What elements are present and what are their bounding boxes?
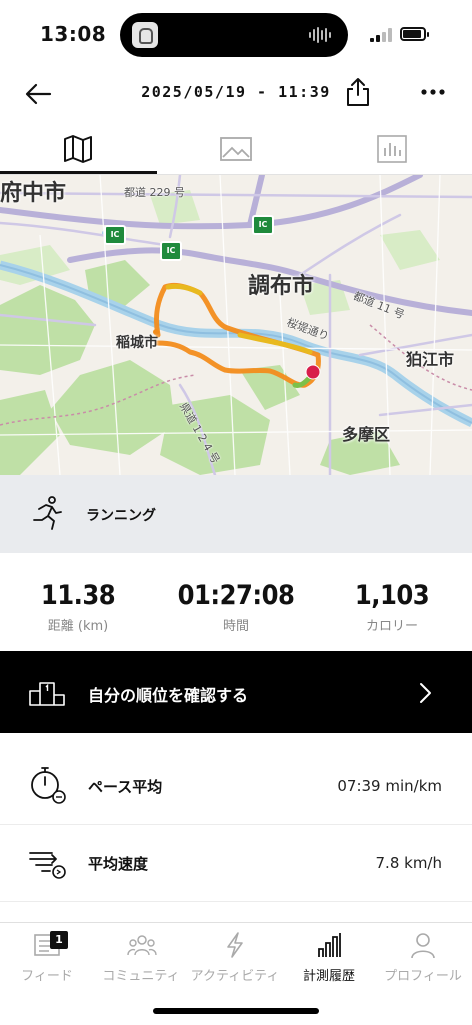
summary-stats: 11.38 距離 (km) 01:27:08 時間 1,103 カロリー	[0, 580, 472, 640]
status-time: 13:08	[40, 22, 107, 46]
check-ranking-button[interactable]: 自分の順位を確認する	[0, 651, 472, 733]
pace-stopwatch-icon	[31, 767, 66, 804]
ic-badge: IC	[104, 225, 126, 245]
home-indicator	[153, 1008, 319, 1014]
tab-stats[interactable]	[314, 124, 471, 174]
nav-history[interactable]: 計測履歴	[282, 923, 376, 993]
metric-value: 7.8 km/h	[375, 854, 442, 872]
ic-badge: IC	[252, 215, 274, 235]
stat-distance: 11.38 距離 (km)	[8, 580, 148, 634]
metric-label: 平均速度	[88, 855, 149, 873]
ic-badge: IC	[160, 241, 182, 261]
calories-label: カロリー	[365, 619, 418, 634]
metric-value: 07:39 min/km	[337, 777, 442, 795]
nav-activity[interactable]: アクティビティ	[188, 923, 282, 993]
more-options-icon[interactable]	[418, 82, 448, 102]
distance-label: 距離 (km)	[47, 619, 109, 634]
map-icon	[64, 135, 92, 163]
dynamic-island	[120, 13, 348, 57]
now-playing-app-icon	[132, 22, 158, 48]
share-icon[interactable]	[344, 76, 372, 108]
tab-map[interactable]	[0, 124, 157, 174]
podium-icon	[29, 682, 65, 706]
calories-value: 1,103	[354, 580, 430, 611]
speed-icon	[29, 852, 66, 879]
lightning-icon	[227, 932, 243, 958]
image-icon	[220, 137, 252, 161]
battery-icon	[400, 27, 429, 41]
metric-row-pace: ペース平均 07:39 min/km	[0, 748, 472, 825]
community-icon	[127, 935, 157, 956]
map-label-tama: 多摩区	[342, 425, 391, 444]
header: 2025/05/19 - 11:39	[0, 68, 472, 120]
distance-value: 11.38	[40, 580, 116, 611]
time-value: 01:27:08	[177, 580, 295, 611]
map-label-inagi: 稲城市	[116, 335, 158, 351]
signal-icon	[370, 28, 392, 42]
tab-photos[interactable]	[157, 124, 314, 174]
profile-icon	[411, 933, 435, 959]
map-label-komae: 狛江市	[406, 350, 455, 369]
audio-wave-icon	[309, 27, 331, 43]
activity-type-label: ランニング	[86, 508, 156, 524]
status-bar: 13:08	[0, 0, 472, 68]
map-label-fuchu: 府中市	[0, 181, 67, 206]
activity-type-bar: ランニング	[0, 475, 472, 553]
activity-date-title: 2025/05/19 - 11:39	[141, 83, 331, 101]
stat-time: 01:27:08 時間	[166, 580, 306, 634]
nav-feed[interactable]: 1 フィード	[0, 923, 94, 993]
chevron-right-icon	[420, 683, 431, 703]
nav-profile[interactable]: プロフィール	[376, 923, 470, 993]
nav-community[interactable]: コミュニティ	[94, 923, 188, 993]
map-label-chofu: 調布市	[248, 274, 315, 299]
nav-label: プロフィール	[384, 969, 462, 984]
route-map[interactable]: 府中市 調布市 稲城市 狛江市 多摩区 都道 229 号 都道 11 号 桜堤通…	[0, 175, 472, 475]
running-icon	[33, 496, 62, 530]
map-label-road229: 都道 229 号	[124, 186, 185, 199]
bar-chart-icon	[318, 933, 341, 957]
feed-badge: 1	[50, 931, 68, 949]
chart-icon	[377, 135, 407, 163]
detail-tabs	[0, 124, 472, 175]
stat-calories: 1,103 カロリー	[322, 580, 462, 634]
check-ranking-label: 自分の順位を確認する	[88, 686, 249, 705]
map-canvas	[0, 175, 472, 475]
metric-row-speed: 平均速度 7.8 km/h	[0, 825, 472, 902]
time-label: 時間	[222, 619, 249, 634]
metric-label: ペース平均	[88, 778, 163, 796]
